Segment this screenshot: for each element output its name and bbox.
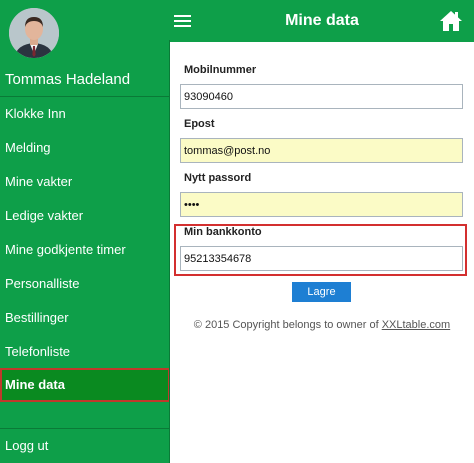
sidebar-item-klokke-inn[interactable]: Klokke Inn [0, 97, 170, 131]
phone-field[interactable] [180, 84, 463, 109]
home-icon[interactable] [439, 9, 463, 33]
phone-label: Mobilnummer [184, 64, 257, 76]
sidebar: Tommas Hadeland Klokke Inn Melding Mine … [0, 0, 170, 463]
sidebar-item-bestillinger[interactable]: Bestillinger [0, 301, 170, 335]
sidebar-item-mine-data[interactable]: Mine data [0, 368, 170, 402]
logout-link[interactable]: Logg ut [0, 429, 170, 463]
sidebar-item-melding[interactable]: Melding [0, 131, 170, 165]
page-title: Mine data [285, 12, 359, 29]
email-label: Epost [184, 118, 215, 130]
save-button[interactable]: Lagre [292, 282, 351, 302]
bank-account-label: Min bankkonto [184, 226, 262, 238]
top-bar: Mine data [170, 0, 474, 42]
my-data-form: Mobilnummer Epost Nytt passord Min bankk… [170, 42, 474, 463]
user-photo [9, 8, 59, 58]
password-field[interactable] [180, 192, 463, 217]
sidebar-item-mine-godkjente-timer[interactable]: Mine godkjente timer [0, 233, 170, 267]
sidebar-item-ledige-vakter[interactable]: Ledige vakter [0, 199, 170, 233]
email-field[interactable] [180, 138, 463, 163]
user-name: Tommas Hadeland [5, 71, 131, 88]
profile-section: Tommas Hadeland [0, 0, 170, 96]
sidebar-item-telefonliste[interactable]: Telefonliste [0, 335, 170, 369]
sidebar-item-mine-vakter[interactable]: Mine vakter [0, 165, 170, 199]
bank-account-field[interactable] [180, 246, 463, 271]
copyright-text: © 2015 Copyright belongs to owner of [193, 319, 379, 331]
site-link[interactable]: XXLtable.com [382, 319, 450, 331]
avatar [9, 8, 59, 58]
copyright-footer: © 2015 Copyright belongs to owner of XXL… [170, 319, 474, 331]
password-label: Nytt passord [184, 172, 252, 184]
sidebar-item-personalliste[interactable]: Personalliste [0, 267, 170, 301]
